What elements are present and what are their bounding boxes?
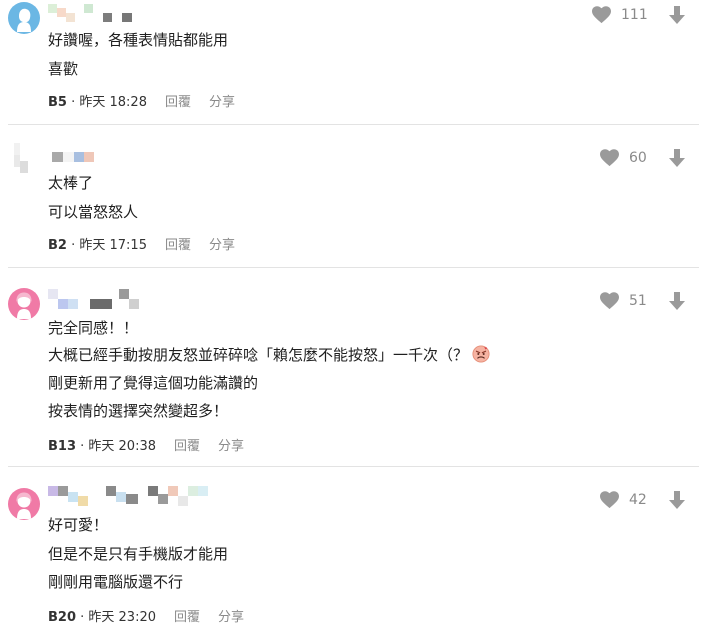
user-avatar[interactable] xyxy=(8,2,40,34)
comment-text-line: 大概已經手動按朋友怒並碎碎唸「賴怎麼不能按怒」一千次（？ xyxy=(48,345,490,365)
like-count: 111 xyxy=(621,6,648,23)
reply-button[interactable]: 回覆 xyxy=(174,610,200,625)
avatar-icon xyxy=(8,488,40,520)
heart-icon[interactable] xyxy=(599,490,620,509)
floor-number: B20 xyxy=(48,610,76,625)
comment-text-line: 按表情的選擇突然變超多！ xyxy=(48,402,229,420)
username-masked[interactable] xyxy=(48,4,132,22)
floor-number: B2 xyxy=(48,238,67,253)
like-group: 42 xyxy=(599,490,659,509)
comment-item: 好讚喔，各種表情貼都能用 喜歡 B5 · 昨天 18:28 回覆 分享 111 xyxy=(0,0,711,124)
comment-text-line: 好可愛！ xyxy=(48,516,109,534)
comment-meta: B5 · 昨天 18:28 回覆 分享 xyxy=(48,95,236,110)
down-arrow-icon[interactable] xyxy=(668,5,686,25)
avatar-icon xyxy=(8,288,40,320)
comment-item: 好可愛！ 但是不是只有手機版才能用 剛剛用電腦版還不行 B20 · 昨天 23:… xyxy=(0,467,711,629)
comment-text-line: 好讚喔，各種表情貼都能用 xyxy=(48,31,229,49)
down-arrow-icon[interactable] xyxy=(668,490,686,510)
like-count: 42 xyxy=(629,491,647,508)
share-button[interactable]: 分享 xyxy=(218,610,244,625)
user-avatar[interactable] xyxy=(8,288,40,320)
comment-time: 昨天 23:20 xyxy=(88,610,157,625)
like-group: 60 xyxy=(599,148,659,167)
heart-icon[interactable] xyxy=(599,291,620,310)
avatar-icon xyxy=(8,2,40,34)
username-masked[interactable] xyxy=(48,289,139,309)
reply-button[interactable]: 回覆 xyxy=(165,238,191,253)
comment-text-line: 剛剛用電腦版還不行 xyxy=(48,573,184,591)
angry-face-emoji xyxy=(472,345,490,363)
reply-button[interactable]: 回覆 xyxy=(174,439,200,454)
like-group: 51 xyxy=(599,291,659,310)
username-masked[interactable] xyxy=(52,152,94,162)
share-button[interactable]: 分享 xyxy=(218,439,244,454)
username-masked[interactable] xyxy=(48,486,208,506)
user-avatar[interactable] xyxy=(14,143,34,179)
comment-item: 完全同感！！ 大概已經手動按朋友怒並碎碎唸「賴怎麼不能按怒」一千次（？ 剛更新用… xyxy=(0,268,711,466)
floor-number: B5 xyxy=(48,95,67,110)
comment-time: 昨天 20:38 xyxy=(88,439,157,454)
like-count: 60 xyxy=(629,149,647,166)
comment-time: 昨天 18:28 xyxy=(79,95,147,110)
comment-text-line: 完全同感！！ xyxy=(48,319,139,337)
comment-text-line: 剛更新用了覺得這個功能滿讚的 xyxy=(48,374,259,392)
comment-meta: B2 · 昨天 17:15 回覆 分享 xyxy=(48,238,236,253)
heart-icon[interactable] xyxy=(591,5,612,24)
comment-text-line: 可以當怒怒人 xyxy=(48,203,139,221)
comment-item: 太棒了 可以當怒怒人 B2 · 昨天 17:15 回覆 分享 60 xyxy=(0,125,711,267)
comment-text-line: 太棒了 xyxy=(48,174,94,192)
share-button[interactable]: 分享 xyxy=(209,238,235,253)
floor-number: B13 xyxy=(48,439,76,454)
comment-time: 昨天 17:15 xyxy=(79,238,147,253)
like-count: 51 xyxy=(629,292,647,309)
comment-text-line: 但是不是只有手機版才能用 xyxy=(48,545,229,563)
comment-meta: B20 · 昨天 23:20 回覆 分享 xyxy=(48,610,245,625)
user-avatar[interactable] xyxy=(8,488,40,520)
down-arrow-icon[interactable] xyxy=(668,148,686,168)
like-group: 111 xyxy=(591,5,651,24)
comment-meta: B13 · 昨天 20:38 回覆 分享 xyxy=(48,439,245,454)
comment-text-line: 喜歡 xyxy=(48,60,79,78)
share-button[interactable]: 分享 xyxy=(209,95,235,110)
heart-icon[interactable] xyxy=(599,148,620,167)
reply-button[interactable]: 回覆 xyxy=(165,95,191,110)
down-arrow-icon[interactable] xyxy=(668,291,686,311)
